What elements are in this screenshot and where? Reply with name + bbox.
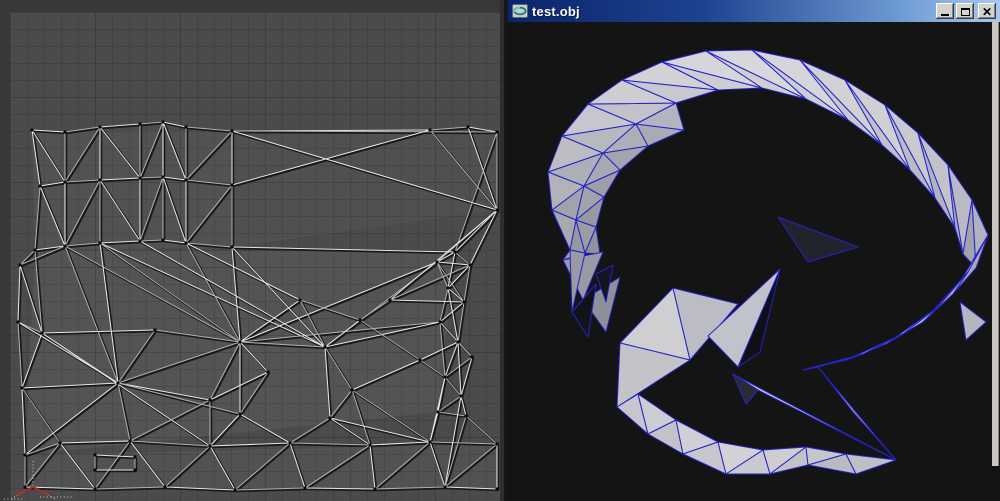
viewer-titlebar[interactable]: test.obj ✕ [508,0,1000,22]
window-title: test.obj [532,3,580,19]
3d-viewport[interactable] [508,22,1000,501]
3d-mesh [547,49,989,475]
close-button[interactable]: ✕ [978,3,996,19]
minimize-icon [941,14,949,16]
maximize-icon [960,8,970,16]
window-controls: ✕ [936,3,1000,19]
screen: test.obj ✕ [0,0,1000,501]
window-right-border [992,22,999,466]
viewer-window: test.obj ✕ [508,0,1000,501]
minimize-button[interactable] [936,3,954,19]
uv-editor-panel[interactable] [0,0,504,501]
app-logo-icon [512,4,528,18]
uv-wireframe [4,120,500,500]
close-icon: ✕ [981,5,993,19]
maximize-button[interactable] [956,3,974,19]
